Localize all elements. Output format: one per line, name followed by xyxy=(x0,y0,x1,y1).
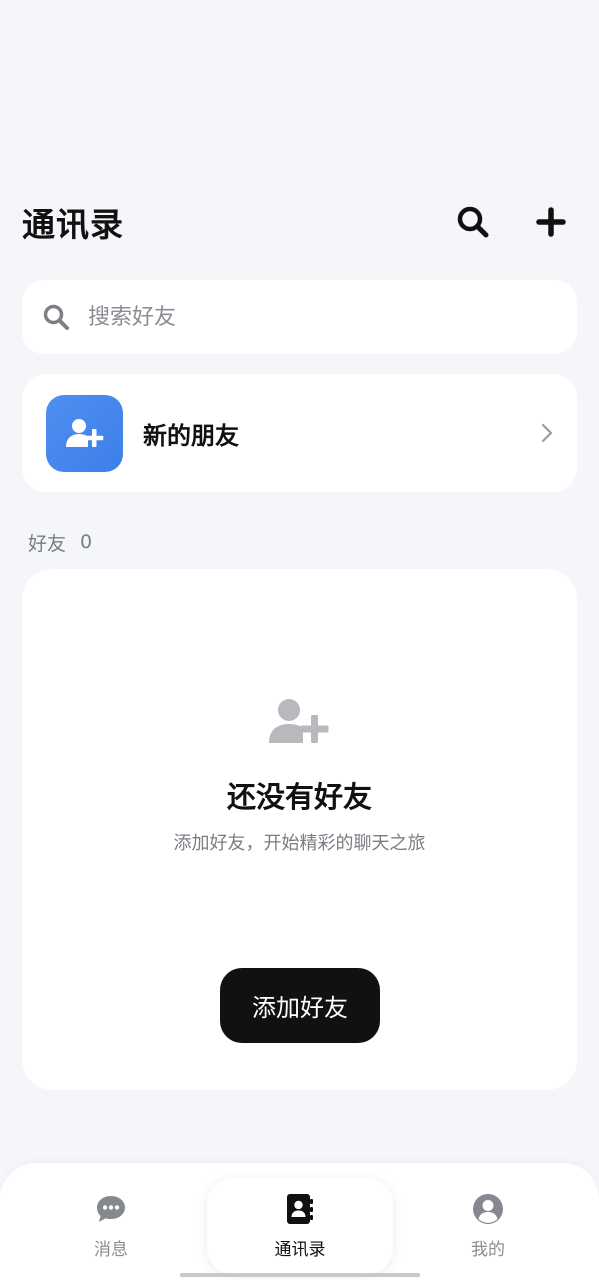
page-title: 通讯录 xyxy=(22,205,124,244)
plus-icon xyxy=(536,207,566,237)
bottom-tab-bar: 消息 通讯录 我的 xyxy=(0,1163,599,1280)
chevron-right-icon xyxy=(541,423,553,443)
empty-state-subtitle: 添加好友，开始精彩的聊天之旅 xyxy=(173,833,426,854)
header-actions xyxy=(453,202,571,242)
friends-section-header: 好友 0 xyxy=(28,528,92,556)
search-input[interactable] xyxy=(88,304,508,330)
contacts-page: 通讯录 搜索好友 新的朋友 好友 0 还没有好友 添加好友，开始精彩的聊天之旅 … xyxy=(0,0,599,1280)
friends-count: 0 xyxy=(80,531,93,553)
new-friends-item[interactable]: 新的朋友 xyxy=(22,374,577,492)
add-user-icon xyxy=(269,699,329,743)
chat-bubble-icon xyxy=(95,1193,127,1225)
user-circle-icon xyxy=(472,1193,504,1225)
header: 通讯录 xyxy=(22,190,577,254)
add-friend-button[interactable]: 添加好友 xyxy=(220,968,380,1043)
new-friends-label: 新的朋友 xyxy=(143,421,239,450)
tab-me[interactable]: 我的 xyxy=(395,1178,581,1274)
search-button[interactable] xyxy=(453,202,493,242)
search-icon xyxy=(42,303,70,331)
home-indicator xyxy=(180,1273,420,1277)
search-icon xyxy=(457,206,489,238)
add-user-icon xyxy=(65,419,103,447)
empty-state-title: 还没有好友 xyxy=(226,780,372,814)
tab-messages-label: 消息 xyxy=(94,1239,128,1260)
empty-state-card: 还没有好友 添加好友，开始精彩的聊天之旅 添加好友 xyxy=(22,569,577,1090)
tab-contacts-label: 通讯录 xyxy=(274,1239,326,1260)
new-friends-avatar xyxy=(46,394,123,472)
tab-me-label: 我的 xyxy=(471,1239,505,1260)
friends-section-label: 好友 xyxy=(28,532,67,555)
tab-messages[interactable]: 消息 xyxy=(18,1178,204,1274)
tab-contacts[interactable]: 通讯录 xyxy=(207,1178,393,1274)
contacts-book-icon xyxy=(284,1193,316,1225)
search-bar[interactable] xyxy=(22,280,577,354)
add-button[interactable] xyxy=(531,202,571,242)
